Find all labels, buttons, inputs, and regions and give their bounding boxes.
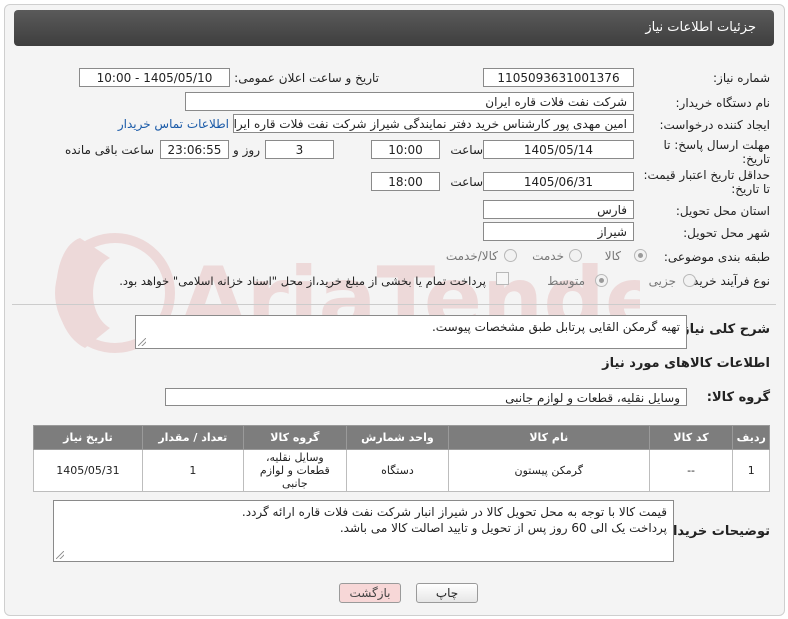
cell-quantity: 1 <box>141 449 244 492</box>
price-validity-label-1: حداقل تاریخ اعتبار قیمت: <box>643 168 770 182</box>
days-label: روز و <box>233 143 260 157</box>
announce-label: تاریخ و ساعت اعلان عمومی: <box>234 71 379 85</box>
category-option-goods: کالا <box>604 249 621 263</box>
days-remaining-field: 3 <box>265 140 334 159</box>
cell-unit: دستگاه <box>345 449 449 492</box>
need-number-label: شماره نیاز: <box>713 71 770 85</box>
category-radio-service[interactable] <box>569 249 582 262</box>
goods-group-label: گروه کالا: <box>706 390 770 405</box>
resize-grip-icon[interactable] <box>56 551 64 559</box>
description-label: شرح کلی نیاز: <box>676 322 770 337</box>
col-header-unit: واحد شمارش <box>345 425 449 450</box>
col-header-row-number: ردیف <box>732 425 770 450</box>
province-label: استان محل تحویل: <box>675 204 770 218</box>
requester-label: ایجاد کننده درخواست: <box>659 118 770 132</box>
col-header-name: نام کالا <box>447 425 650 450</box>
divider <box>12 304 776 305</box>
need-number-field: 1105093631001376 <box>483 68 634 87</box>
goods-group-field: وسایل نقلیه، قطعات و لوازم جانبی <box>165 388 687 406</box>
buyer-label: نام دستگاه خریدار: <box>675 96 771 110</box>
remaining-time-label: ساعت باقی مانده <box>64 143 154 157</box>
category-label: طبقه بندی موضوعی: <box>663 250 770 264</box>
contact-info-link[interactable]: اطلاعات تماس خریدار <box>118 117 229 131</box>
col-header-date: تاریخ نیاز <box>33 425 143 450</box>
resize-grip-icon[interactable] <box>138 338 146 346</box>
col-header-code: کد کالا <box>648 425 734 450</box>
treasury-payment-note: پرداخت تمام یا بخشی از مبلغ خرید،از محل … <box>119 274 486 288</box>
city-field: شیراز <box>483 222 634 241</box>
buyer-notes-line-1: قیمت کالا با توجه به محل تحویل کالا در ش… <box>241 505 667 519</box>
header-bar: جزئیات اطلاعات نیاز <box>14 10 774 46</box>
deadline-label-1: مهلت ارسال پاسخ: تا <box>663 138 770 152</box>
price-time-label: ساعت <box>450 175 483 189</box>
deadline-time-field: 10:00 <box>371 140 440 159</box>
cell-date: 1405/05/31 <box>33 449 143 492</box>
category-option-service: خدمت <box>532 249 564 263</box>
description-text: تهیه گرمکن القایی پرتابل طبق مشخصات پیوس… <box>431 320 680 334</box>
description-textarea[interactable]: تهیه گرمکن القایی پرتابل طبق مشخصات پیوس… <box>135 315 687 349</box>
buyer-notes-label: توضیحات خریدار: <box>660 524 770 539</box>
buyer-field: شرکت نفت فلات قاره ایران <box>185 92 634 111</box>
category-radio-goods-service[interactable] <box>504 249 517 262</box>
table-header-row: ردیف کد کالا نام کالا واحد شمارش گروه کا… <box>33 425 770 450</box>
treasury-payment-checkbox[interactable] <box>496 272 509 285</box>
col-header-group: گروه کالا <box>242 425 347 450</box>
table-row: 1 -- گرمکن پیستون دستگاه وسایل نقلیه، قط… <box>33 449 770 492</box>
back-button[interactable]: بازگشت <box>339 583 401 603</box>
price-validity-time-field: 18:00 <box>371 172 440 191</box>
cell-code: -- <box>648 449 734 492</box>
announce-field: 1405/05/10 - 10:00 <box>79 68 230 87</box>
col-header-quantity: تعداد / مقدار <box>141 425 244 450</box>
process-radio-minor[interactable] <box>683 274 696 287</box>
buyer-notes-line-2: پرداخت یک الی 60 روز پس از تحویل و تایید… <box>339 521 667 535</box>
cell-row-number: 1 <box>732 449 770 492</box>
requester-field: امین مهدی پور کارشناس خرید دفتر نمایندگی… <box>233 114 634 133</box>
category-option-goods-service: کالا/خدمت <box>445 249 498 263</box>
deadline-time-label: ساعت <box>450 143 483 157</box>
province-field: فارس <box>483 200 634 219</box>
remaining-time-field: 23:06:55 <box>160 140 229 159</box>
process-type-label: نوع فرآیند خرید : <box>685 274 770 288</box>
price-validity-label-2: تا تاریخ: <box>731 182 770 196</box>
buyer-notes-textarea[interactable]: قیمت کالا با توجه به محل تحویل کالا در ش… <box>53 500 674 562</box>
city-label: شهر محل تحویل: <box>683 226 770 240</box>
deadline-label-2: تاریخ: <box>742 152 770 166</box>
price-validity-date-field: 1405/06/31 <box>483 172 634 191</box>
goods-section-title: اطلاعات کالاهای مورد نیاز <box>602 356 770 371</box>
goods-table: ردیف کد کالا نام کالا واحد شمارش گروه کا… <box>33 425 770 492</box>
deadline-date-field: 1405/05/14 <box>483 140 634 159</box>
process-radio-medium[interactable] <box>595 274 608 287</box>
print-button[interactable]: چاپ <box>416 583 478 603</box>
cell-group: وسایل نقلیه، قطعات و لوازم جانبی <box>242 449 347 492</box>
cell-name: گرمکن پیستون <box>447 449 650 492</box>
process-option-minor: جزیی <box>648 274 676 288</box>
process-option-medium: متوسط <box>547 274 585 288</box>
category-radio-goods[interactable] <box>634 249 647 262</box>
page-title: جزئیات اطلاعات نیاز <box>645 20 756 35</box>
